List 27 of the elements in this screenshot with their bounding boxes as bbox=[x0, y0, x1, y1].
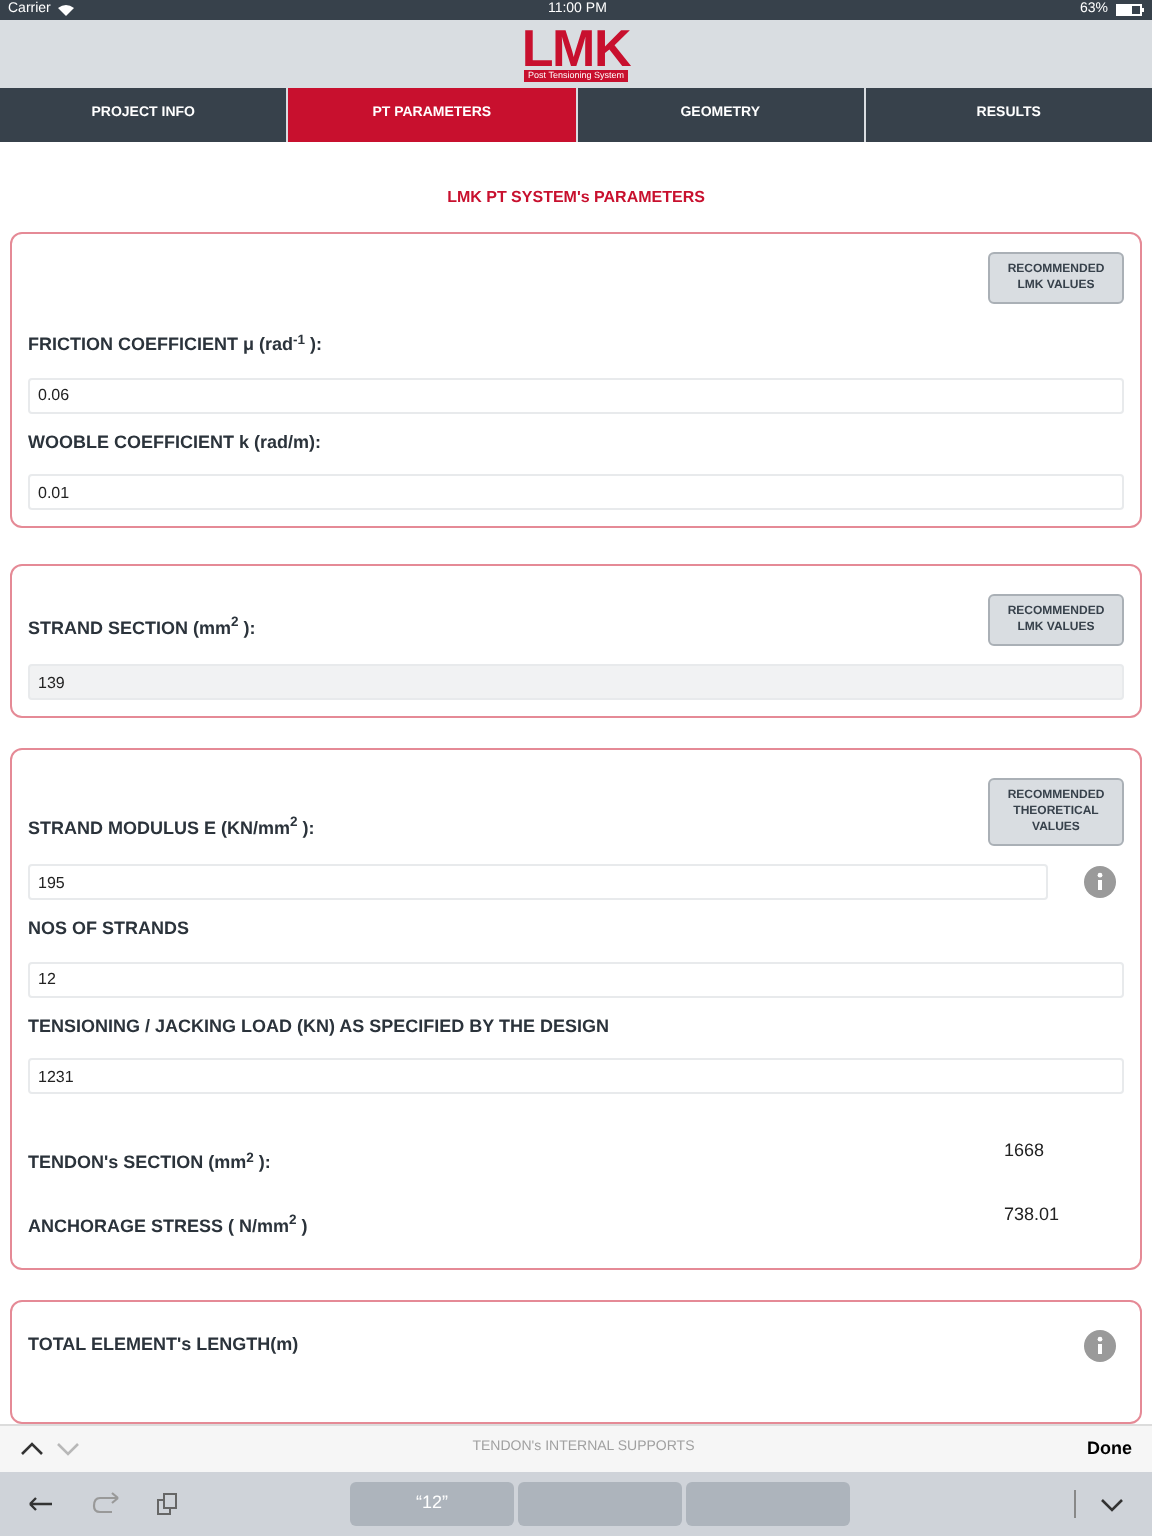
field-label: TENSIONING / JACKING LOAD (KN) AS SPECIFIED BY THE DESIGN bbox=[28, 1013, 612, 1040]
field-label: NOS OF STRANDS bbox=[28, 916, 192, 942]
field-label: WOOBLE COEFFICIENT k (rad/m): bbox=[28, 429, 324, 456]
info-icon[interactable] bbox=[1084, 866, 1116, 898]
field-label: TOTAL ELEMENT's LENGTH(m) bbox=[28, 1332, 299, 1359]
undo-icon[interactable] bbox=[28, 1492, 56, 1516]
input-field[interactable]: 0.01 bbox=[28, 474, 1124, 510]
input-field[interactable]: 195 bbox=[28, 864, 1048, 900]
redo-icon[interactable] bbox=[92, 1492, 120, 1516]
field-label: TENDON's SECTION (mm$^{2}$ ): bbox=[28, 1150, 271, 1176]
input-field[interactable]: 1231 bbox=[28, 1058, 1124, 1094]
done-button[interactable]: Done bbox=[1087, 1435, 1132, 1463]
readout-value: 1668 bbox=[1004, 1138, 1047, 1164]
input-field[interactable]: 12 bbox=[28, 961, 1124, 997]
input-field[interactable]: 0.06 bbox=[28, 377, 1124, 413]
field-label: ANCHORAGE STRESS ( N/mm$^{2}$ ) bbox=[28, 1213, 308, 1240]
info-icon[interactable] bbox=[1084, 1330, 1116, 1362]
field-label: FRICTION COEFFICIENT μ (rad$^{-1}$ ): bbox=[28, 332, 325, 358]
chevron-down-icon[interactable] bbox=[1100, 1497, 1124, 1511]
battery-icon bbox=[1115, 4, 1144, 16]
field-label: STRAND SECTION (mm$^{2}$ ): bbox=[28, 615, 256, 642]
section-title: LMK PT SYSTEM's PARAMETERS bbox=[445, 186, 707, 210]
chevron-up-icon[interactable] bbox=[20, 1442, 44, 1456]
wifi-icon bbox=[58, 4, 75, 16]
readout-value: 738.01 bbox=[1004, 1201, 1062, 1227]
field-label: STRAND MODULUS E (KN/mm$^{2}$ ): bbox=[28, 815, 315, 842]
copy-icon[interactable] bbox=[156, 1492, 180, 1516]
